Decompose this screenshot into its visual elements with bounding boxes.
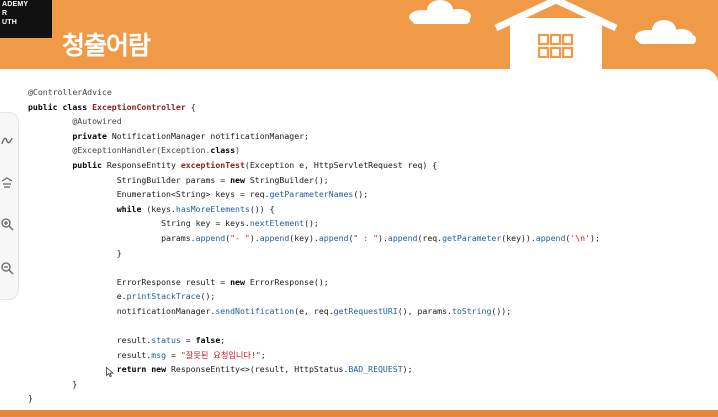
code-line-5: @ExceptionHandler(Exception.class) (72, 145, 240, 156)
marker-icon[interactable] (0, 175, 14, 189)
code-line-20: } (28, 393, 33, 404)
code-line-16: result.status = false; (116, 335, 226, 346)
code-line-15: notificationManager.sendNotification(e, … (116, 305, 512, 316)
annotation-toolbar (0, 112, 19, 300)
code-line-3: @Autowired (72, 116, 122, 127)
code-block: @ControllerAdvice public class Exception… (28, 85, 600, 406)
mouse-cursor-icon (106, 367, 114, 377)
code-line-11: params.append("- ").append(key).append("… (161, 232, 600, 243)
code-line-18: return new ResponseEntity<>(result, Http… (116, 364, 413, 375)
code-line-1: @ControllerAdvice (28, 87, 112, 97)
code-line-12: } (116, 247, 122, 258)
zoom-in-icon[interactable] (0, 217, 14, 231)
code-line-14: e.printStackTrace(); (116, 291, 216, 302)
code-line-7: StringBuilder params = new StringBuilder… (116, 174, 329, 185)
pen-icon[interactable] (0, 133, 14, 147)
code-line-9: while (keys.hasMoreElements()) { (116, 203, 275, 214)
code-line-2: public class ExceptionController { (28, 101, 196, 112)
code-line-8: Enumeration<String> keys = req.getParame… (116, 189, 369, 200)
code-line-6: public ResponseEntity exceptionTest(Exce… (72, 159, 438, 170)
cloud-icon (635, 20, 696, 44)
code-line-10: String key = keys.nextElement(); (161, 218, 319, 229)
code-line-19: } (72, 378, 78, 389)
cloud-icon (409, 0, 471, 24)
bottom-bar (0, 410, 718, 417)
header-decoration (409, 0, 696, 72)
code-line-4: private NotificationManager notification… (72, 130, 309, 141)
house-icon (494, 0, 618, 72)
code-line-17: result.msg = "잘못된 요청입니다!"; (116, 349, 266, 360)
code-line-13: ErrorResponse result = new ErrorResponse… (116, 276, 329, 287)
zoom-out-icon[interactable] (0, 261, 14, 275)
